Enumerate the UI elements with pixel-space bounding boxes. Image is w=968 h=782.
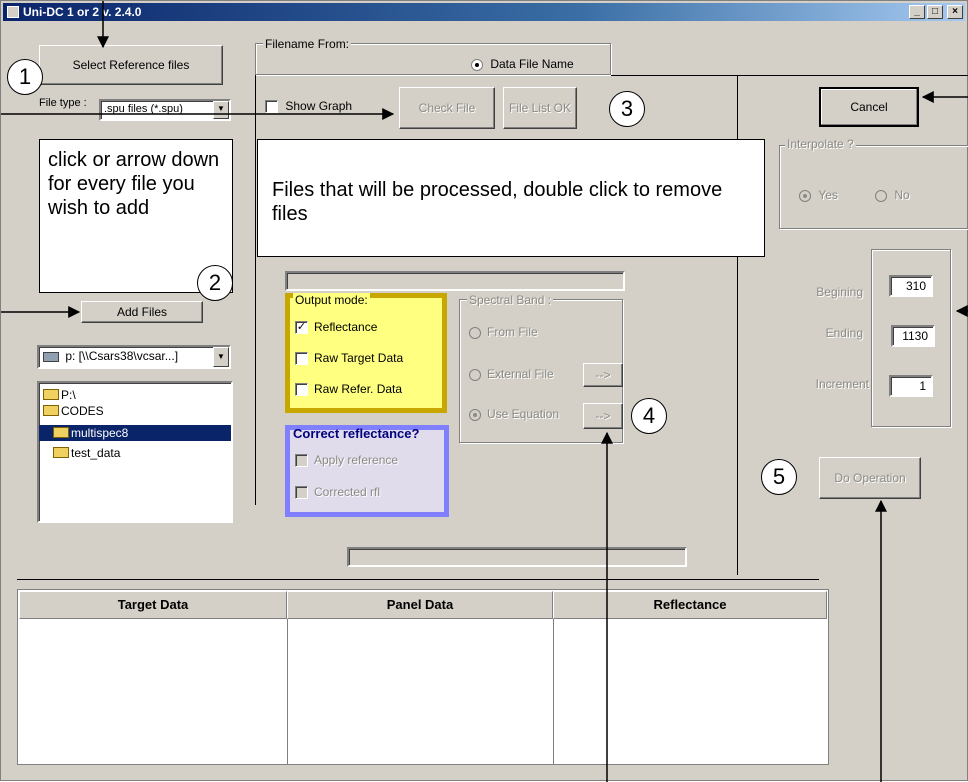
- begining-label: Begining: [816, 285, 863, 299]
- use-equation-arrow-button[interactable]: -->: [583, 403, 623, 429]
- folder-icon: [53, 447, 69, 459]
- from-file-label: From File: [487, 325, 538, 339]
- title-bar: Uni-DC 1 or 2 v. 2.4.0 _ □ ×: [3, 3, 965, 21]
- reflectance-label: Reflectance: [314, 320, 378, 334]
- interpolate-yes-label: Yes: [818, 188, 838, 202]
- increment-label: Increment: [815, 377, 869, 391]
- chevron-down-icon[interactable]: ▼: [213, 101, 229, 119]
- tree-item-root[interactable]: P:\: [43, 387, 76, 403]
- tree-item-test-data[interactable]: test_data: [53, 445, 120, 461]
- apply-reference-label: Apply reference: [314, 453, 399, 467]
- select-reference-button[interactable]: Select Reference files: [39, 45, 223, 85]
- close-button[interactable]: ×: [947, 5, 963, 19]
- callout-4: 4: [631, 398, 667, 434]
- use-equation-radio[interactable]: Use Equation: [469, 407, 559, 421]
- check-file-button[interactable]: Check File: [399, 87, 495, 129]
- show-graph-label: Show Graph: [285, 99, 353, 113]
- data-file-name-radio[interactable]: Data File Name: [471, 57, 574, 71]
- divider-bottom: [17, 579, 819, 580]
- external-file-arrow-button[interactable]: -->: [583, 363, 623, 387]
- open-folder-icon: [53, 427, 69, 439]
- data-file-name-label: Data File Name: [490, 57, 574, 71]
- column-header-reflectance[interactable]: Reflectance: [553, 591, 827, 619]
- corrected-rfl-checkbox[interactable]: Corrected rfl: [295, 485, 381, 500]
- app-icon: [7, 6, 19, 18]
- apply-reference-checkbox[interactable]: Apply reference: [295, 453, 399, 468]
- progress-bar-bottom: [347, 547, 687, 567]
- tree-item-label: P:\: [61, 388, 76, 402]
- correct-reflectance-label: Correct reflectance?: [293, 426, 420, 441]
- interpolate-no-label: No: [894, 188, 910, 202]
- do-operation-button[interactable]: Do Operation: [819, 457, 921, 499]
- callout-3: 3: [609, 91, 645, 127]
- raw-refer-label: Raw Refer. Data: [314, 382, 403, 396]
- file-list-ok-button[interactable]: File List OK: [503, 87, 577, 129]
- network-drive-icon: [43, 351, 59, 362]
- from-file-radio[interactable]: From File: [469, 325, 538, 339]
- begining-input[interactable]: 310: [889, 275, 933, 297]
- divider-left: [255, 75, 256, 505]
- drive-select-value: p: [\\Csars38\vcsar...]: [65, 349, 179, 363]
- filename-from-label: Filename From:: [263, 37, 352, 51]
- progress-bar-top: [285, 271, 625, 291]
- raw-target-checkbox[interactable]: Raw Target Data: [295, 351, 404, 366]
- cancel-button[interactable]: Cancel: [819, 87, 919, 127]
- column-divider: [287, 619, 288, 765]
- interpolate-group: [779, 145, 968, 229]
- tree-item-label: CODES: [61, 404, 104, 418]
- callout-2: 2: [197, 265, 233, 301]
- spectral-band-label: Spectral Band :: [467, 293, 554, 307]
- app-window: Uni-DC 1 or 2 v. 2.4.0 _ □ × Select Refe…: [0, 0, 968, 782]
- external-file-radio[interactable]: External File: [469, 367, 554, 381]
- external-file-label: External File: [487, 367, 554, 381]
- minimize-button[interactable]: _: [909, 5, 925, 19]
- output-mode-label: Output mode:: [293, 293, 370, 307]
- increment-input[interactable]: 1: [889, 375, 933, 397]
- reflectance-checkbox[interactable]: ✓ Reflectance: [295, 320, 378, 335]
- window-title: Uni-DC 1 or 2 v. 2.4.0: [23, 5, 142, 19]
- open-folder-icon: [43, 389, 59, 401]
- interpolate-no-radio[interactable]: No: [875, 188, 910, 202]
- file-type-select[interactable]: .spu files (*.spu): [99, 99, 231, 121]
- drive-select[interactable]: p: [\\Csars38\vcsar...]: [37, 345, 231, 369]
- raw-target-label: Raw Target Data: [314, 351, 404, 365]
- ending-input[interactable]: 1130: [891, 325, 935, 347]
- callout-1: 1: [7, 59, 43, 95]
- maximize-button[interactable]: □: [927, 5, 943, 19]
- use-equation-label: Use Equation: [487, 407, 560, 421]
- callout-5: 5: [761, 459, 797, 495]
- column-header-panel[interactable]: Panel Data: [287, 591, 553, 619]
- drive-chevron-down-icon[interactable]: ▼: [213, 347, 229, 367]
- ending-label: Ending: [825, 326, 863, 340]
- column-divider: [553, 619, 554, 765]
- corrected-rfl-label: Corrected rfl: [314, 485, 381, 499]
- interpolate-label: Interpolate ?: [785, 137, 856, 151]
- tree-item-label: multispec8: [71, 426, 129, 440]
- add-files-button[interactable]: Add Files: [81, 301, 203, 323]
- file-type-label: File type :: [39, 97, 87, 109]
- tree-item-label: test_data: [71, 446, 121, 460]
- column-header-target[interactable]: Target Data: [19, 591, 287, 619]
- tree-item-codes[interactable]: CODES: [43, 403, 104, 419]
- divider-top: [611, 75, 968, 76]
- tree-item-multispec8[interactable]: multispec8: [39, 425, 231, 441]
- raw-refer-checkbox[interactable]: Raw Refer. Data: [295, 382, 403, 397]
- interpolate-yes-radio[interactable]: Yes: [799, 188, 838, 202]
- note-center: Files that will be processed, double cli…: [257, 139, 765, 257]
- open-folder-icon: [43, 405, 59, 417]
- show-graph-checkbox[interactable]: Show Graph: [265, 99, 353, 114]
- file-type-value: .spu files (*.spu): [104, 103, 183, 115]
